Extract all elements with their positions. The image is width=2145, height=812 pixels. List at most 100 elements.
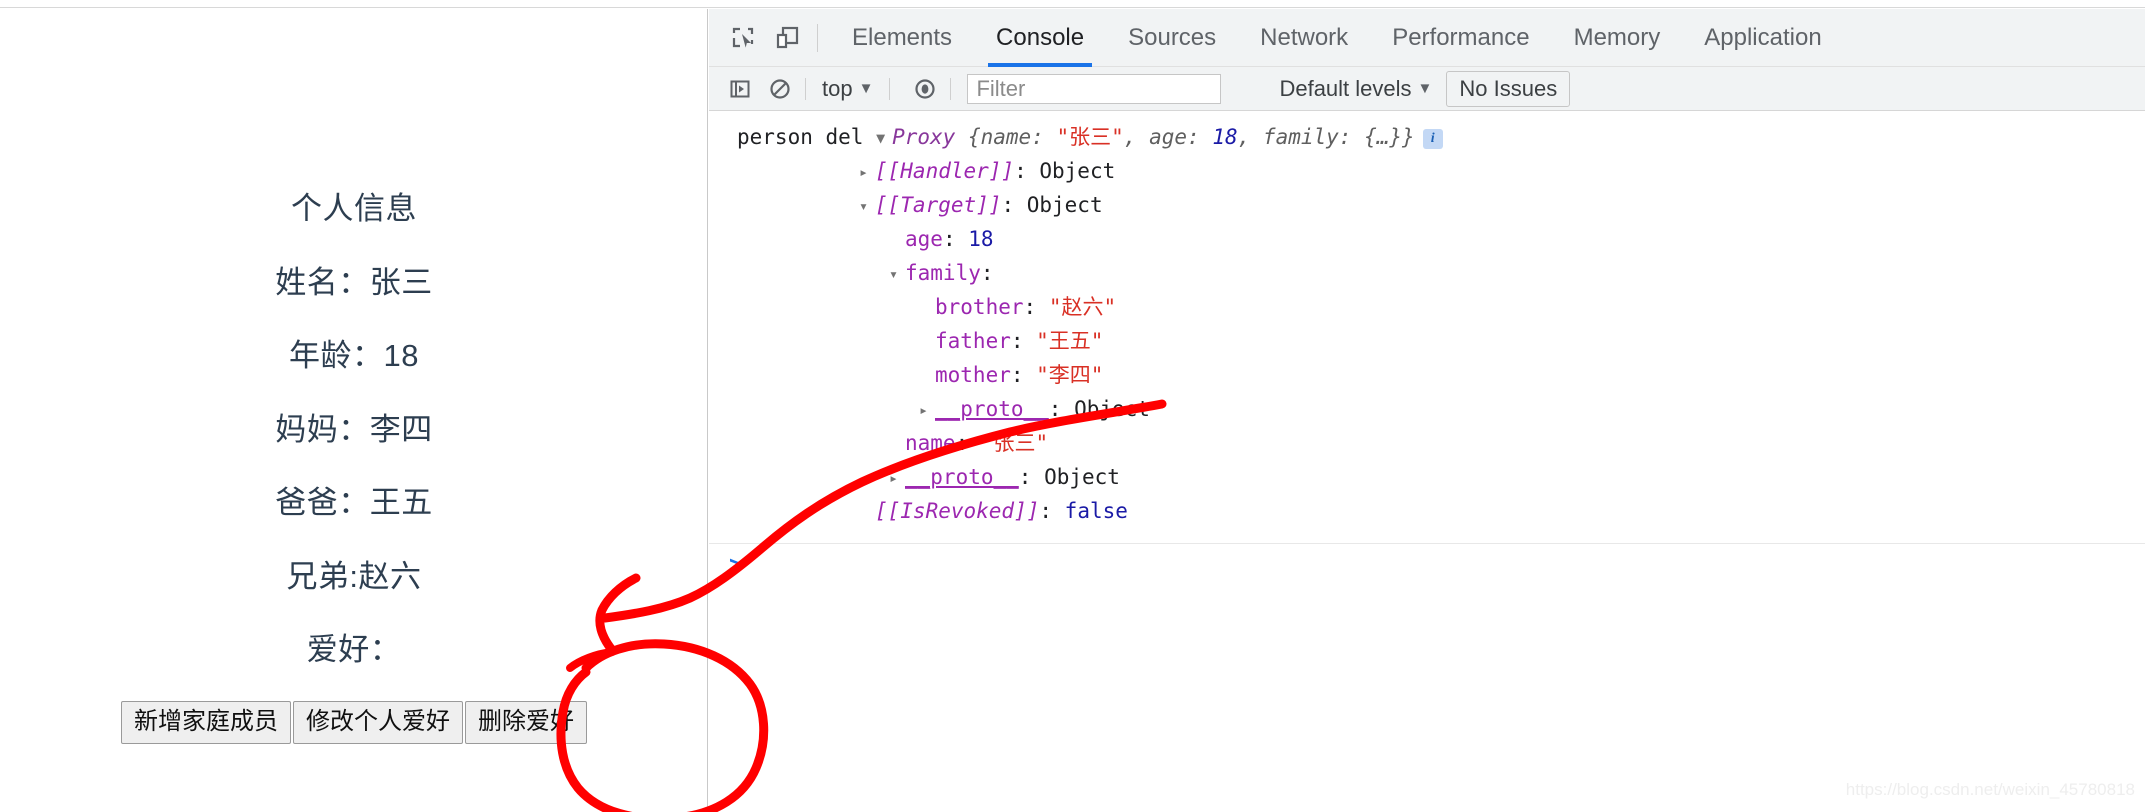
add-family-member-button[interactable]: 新增家庭成员 — [121, 701, 291, 744]
collapse-triangle-icon[interactable]: ▾ — [859, 190, 875, 223]
summary-prop-name-1: name — [980, 125, 1032, 149]
toolbar-divider-3 — [950, 77, 952, 100]
console-property-row[interactable]: mother: "李四" — [709, 359, 2145, 393]
devtools-panel: Elements Console Sources Network Perform… — [709, 9, 2145, 812]
collapse-triangle-icon[interactable]: ▾ — [889, 258, 905, 291]
toolbar-divider-2 — [889, 77, 891, 100]
property-value: Object — [1074, 397, 1150, 421]
console-property-row[interactable]: name: "张三" — [709, 427, 2145, 461]
live-expression-icon[interactable] — [910, 74, 940, 104]
property-separator: : — [1023, 295, 1049, 319]
property-separator: : — [1014, 159, 1040, 183]
chevron-down-icon: ▼ — [858, 80, 874, 97]
summary-prop-value-1: "张三" — [1056, 125, 1124, 149]
delete-hobby-button[interactable]: 删除爱好 — [465, 701, 587, 744]
property-key: brother — [935, 295, 1024, 319]
property-key: __proto__ — [905, 465, 1019, 489]
console-property-row[interactable]: brother: "赵六" — [709, 291, 2145, 325]
property-separator: : — [1048, 397, 1075, 421]
property-key: __proto__ — [935, 397, 1049, 421]
device-toolbar-icon[interactable] — [771, 21, 805, 55]
expand-triangle-icon[interactable]: ▼ — [876, 122, 892, 155]
info-line-father: 爸爸：王五 — [275, 485, 433, 520]
execute-snippet-icon[interactable] — [725, 74, 755, 104]
property-key: father — [935, 329, 1011, 353]
tab-network[interactable]: Network — [1238, 9, 1370, 67]
property-separator: : — [1010, 363, 1037, 387]
console-message-group: person del ▼ Proxy {name: "张三", age: 18, … — [709, 111, 2145, 544]
property-key: [[IsRevoked]] — [875, 499, 1040, 523]
property-key: mother — [935, 363, 1011, 387]
console-property-row[interactable]: ▾ [[Target]]: Object — [709, 189, 2145, 223]
toolbar-divider-1 — [805, 77, 806, 100]
console-property-row[interactable]: ▸ [[Handler]]: Object — [709, 155, 2145, 189]
row-indent-spacer — [889, 428, 905, 461]
filter-input[interactable] — [967, 73, 1222, 104]
summary-prop-value-3: {…} — [1364, 125, 1403, 149]
tab-memory[interactable]: Memory — [1552, 9, 1683, 67]
property-separator: : — [1039, 499, 1065, 523]
console-output[interactable]: person del ▼ Proxy {name: "张三", age: 18, … — [709, 111, 2145, 812]
info-icon[interactable]: i — [1422, 129, 1443, 149]
browser-chrome-strip — [0, 0, 2145, 8]
property-separator: : — [1001, 193, 1027, 217]
property-value: Object — [1039, 159, 1116, 183]
summary-sep-1: : — [1031, 125, 1057, 149]
expand-triangle-icon[interactable]: ▸ — [889, 462, 905, 495]
info-line-age: 年龄：18 — [289, 338, 419, 373]
summary-comma-1: , — [1123, 125, 1150, 149]
edit-hobby-button[interactable]: 修改个人爱好 — [293, 701, 463, 744]
console-property-row[interactable]: ▾ family: — [709, 257, 2145, 291]
issues-button[interactable]: No Issues — [1446, 70, 1571, 107]
property-separator: : — [1018, 465, 1045, 489]
info-line-brother: 兄弟:赵六 — [286, 559, 422, 594]
console-property-row[interactable]: ▸ __proto__: Object — [709, 393, 2145, 427]
console-property-row[interactable]: age: 18 — [709, 223, 2145, 257]
tab-performance[interactable]: Performance — [1370, 9, 1551, 67]
inspect-element-icon[interactable] — [727, 21, 761, 55]
console-property-rows: ▸ [[Handler]]: Object ▾ [[Target]]: Object … — [709, 155, 2145, 529]
property-key: [[Target]] — [875, 193, 1002, 217]
property-key: family — [905, 261, 981, 285]
property-value: 18 — [968, 227, 994, 251]
tab-application[interactable]: Application — [1682, 9, 1843, 67]
console-prompt-row[interactable]: > — [709, 544, 2145, 578]
execution-context-select[interactable]: top ▼ — [816, 76, 879, 102]
console-property-row[interactable]: ▸ __proto__: Object — [709, 461, 2145, 495]
tabbar-divider — [817, 23, 818, 52]
summary-sep-3: : — [1338, 125, 1365, 149]
summary-sep-2: : — [1187, 125, 1213, 149]
log-levels-value: Default levels — [1279, 75, 1412, 101]
info-line-hobby: 爱好： — [306, 632, 402, 667]
property-key: [[Handler]] — [875, 159, 1015, 183]
console-summary-line[interactable]: person del ▼ Proxy {name: "张三", age: 18, … — [709, 121, 2145, 155]
property-separator: : — [1010, 329, 1037, 353]
summary-prop-name-2: age — [1149, 125, 1188, 149]
property-value: "李四" — [1036, 363, 1104, 387]
tab-sources[interactable]: Sources — [1106, 9, 1238, 67]
row-indent-spacer — [889, 224, 905, 257]
property-value: false — [1064, 499, 1128, 523]
property-separator: : — [955, 431, 981, 455]
summary-prop-value-2: 18 — [1212, 125, 1238, 149]
tab-console[interactable]: Console — [974, 9, 1106, 67]
row-indent-spacer — [919, 360, 935, 393]
row-indent-spacer — [919, 292, 935, 325]
console-property-row[interactable]: father: "王五" — [709, 325, 2145, 359]
log-levels-select[interactable]: Default levels ▼ — [1279, 76, 1432, 102]
page-title: 个人信息 — [291, 191, 417, 226]
summary-prop-name-3: family — [1262, 125, 1339, 149]
expand-triangle-icon[interactable]: ▸ — [859, 156, 875, 189]
console-property-row[interactable]: [[IsRevoked]]: false — [709, 495, 2145, 529]
info-line-mother: 妈妈：李四 — [275, 412, 433, 447]
info-line-name: 姓名：张三 — [275, 265, 433, 300]
property-value: Object — [1026, 193, 1103, 217]
summary-open-brace: { — [967, 125, 981, 149]
expand-triangle-icon[interactable]: ▸ — [919, 394, 935, 427]
prompt-caret-icon: > — [729, 552, 743, 578]
clear-console-icon[interactable] — [765, 74, 795, 104]
property-separator: : — [980, 261, 994, 285]
log-source-label: person del — [737, 125, 864, 149]
tab-elements[interactable]: Elements — [830, 9, 974, 67]
property-value: "张三" — [980, 431, 1049, 455]
